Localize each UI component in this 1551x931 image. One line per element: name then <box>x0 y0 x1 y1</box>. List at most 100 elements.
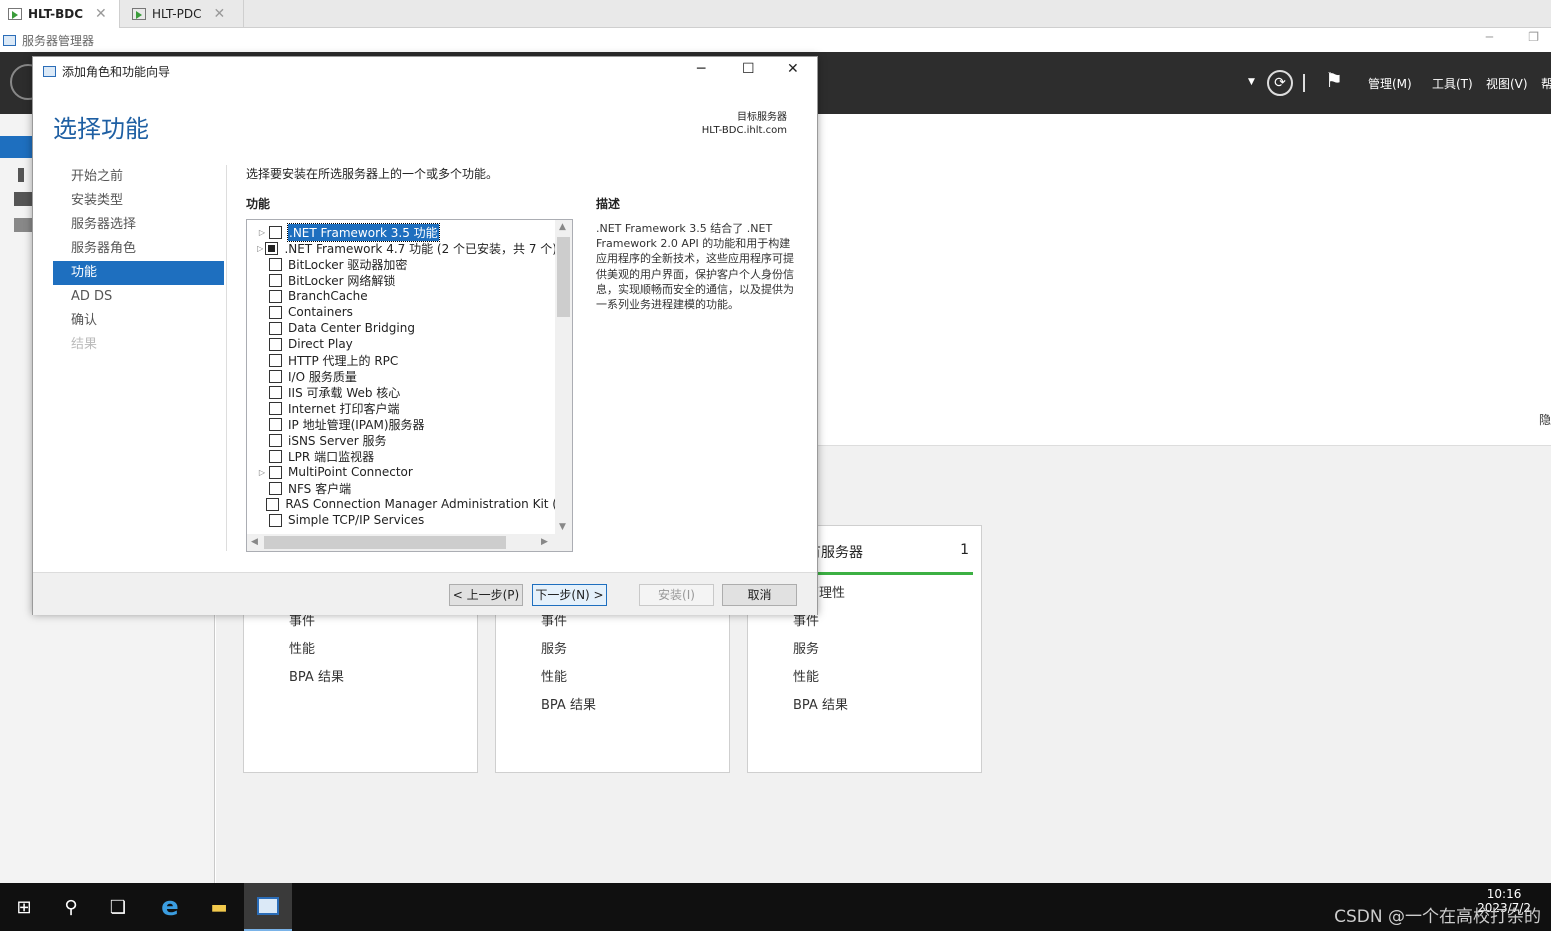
feature-row[interactable]: Simple TCP/IP Services <box>247 512 557 528</box>
feature-row[interactable]: Data Center Bridging <box>247 320 557 336</box>
horizontal-scrollbar[interactable]: ◀ ▶ <box>247 534 572 551</box>
dropdown-icon[interactable]: ▼ <box>1248 77 1255 87</box>
feature-checkbox[interactable] <box>269 257 282 271</box>
search-icon[interactable]: ⚲ <box>47 883 95 931</box>
step-server-selection[interactable]: 服务器选择 <box>53 213 224 237</box>
feature-label[interactable]: Direct Play <box>288 337 353 351</box>
feature-row[interactable]: LPR 端口监视器 <box>247 448 557 464</box>
feature-row[interactable]: Direct Play <box>247 336 557 352</box>
vm-tab-hlt-pdc[interactable]: HLT-PDC ✕ <box>124 0 244 28</box>
feature-checkbox[interactable] <box>269 289 282 303</box>
feature-row[interactable]: ▷ .NET Framework 4.7 功能 (2 个已安装，共 7 个) <box>247 240 557 256</box>
step-features[interactable]: 功能 <box>53 261 224 285</box>
feature-row[interactable]: BitLocker 驱动器加密 <box>247 256 557 272</box>
file-explorer-icon[interactable]: ▬ <box>195 883 243 931</box>
windows-start-icon[interactable]: ⊞ <box>0 883 48 931</box>
feature-row[interactable]: BranchCache <box>247 288 557 304</box>
step-installation-type[interactable]: 安装类型 <box>53 189 224 213</box>
feature-row[interactable]: iSNS Server 服务 <box>247 432 557 448</box>
feature-checkbox[interactable] <box>269 513 282 527</box>
menu-manage[interactable]: 管理(M) <box>1368 75 1412 92</box>
local-server-icon[interactable] <box>18 168 24 182</box>
restore-icon[interactable]: ❐ <box>1528 30 1539 44</box>
feature-checkbox[interactable] <box>269 337 282 351</box>
feature-row[interactable]: I/O 服务质量 <box>247 368 557 384</box>
feature-label[interactable]: BitLocker 驱动器加密 <box>288 256 407 273</box>
tile-item[interactable]: 性能 <box>541 666 567 685</box>
feature-row[interactable]: ▷ .NET Framework 3.5 功能 <box>247 222 557 242</box>
feature-label[interactable]: HTTP 代理上的 RPC <box>288 352 398 369</box>
feature-checkbox[interactable] <box>269 401 282 415</box>
feature-label[interactable]: .NET Framework 4.7 功能 (2 个已安装，共 7 个) <box>284 240 557 257</box>
flag-icon[interactable]: ⚑ <box>1325 68 1343 92</box>
features-tree[interactable]: ▷ .NET Framework 3.5 功能 ▷ .NET Framework 4.… <box>246 219 573 552</box>
step-server-roles[interactable]: 服务器角色 <box>53 237 224 261</box>
feature-checkbox[interactable] <box>269 465 282 479</box>
tile-item[interactable]: BPA 结果 <box>541 694 596 713</box>
feature-checkbox[interactable] <box>269 225 282 239</box>
tile-item[interactable]: 性能 <box>289 638 315 657</box>
scroll-right-icon[interactable]: ▶ <box>541 537 548 547</box>
previous-button[interactable]: < 上一步(P) <box>449 584 523 606</box>
menu-view[interactable]: 视图(V) <box>1486 75 1528 92</box>
server-manager-taskbar-icon[interactable] <box>244 883 292 931</box>
tile-item[interactable]: 服务 <box>793 638 819 657</box>
feature-label[interactable]: IIS 可承载 Web 核心 <box>288 384 400 401</box>
feature-label[interactable]: .NET Framework 3.5 功能 <box>287 222 440 242</box>
tile-item[interactable]: BPA 结果 <box>289 666 344 685</box>
task-view-icon[interactable]: ❏ <box>94 883 142 931</box>
feature-checkbox[interactable] <box>269 433 282 447</box>
scroll-thumb[interactable] <box>557 237 570 317</box>
feature-label[interactable]: Data Center Bridging <box>288 321 415 335</box>
feature-checkbox[interactable] <box>265 241 279 255</box>
hide-link[interactable]: 隐 <box>1539 411 1551 428</box>
close-icon[interactable]: ✕ <box>95 6 107 22</box>
feature-checkbox[interactable] <box>269 369 282 383</box>
minimize-icon[interactable]: ─ <box>697 61 705 77</box>
feature-checkbox[interactable] <box>269 417 282 431</box>
feature-label[interactable]: MultiPoint Connector <box>288 465 413 479</box>
vertical-scrollbar[interactable]: ▲ ▼ <box>555 220 572 536</box>
step-ad-ds[interactable]: AD DS <box>53 285 224 309</box>
cancel-button[interactable]: 取消 <box>722 584 797 606</box>
scroll-down-icon[interactable]: ▼ <box>559 522 566 532</box>
feature-label[interactable]: iSNS Server 服务 <box>288 432 387 449</box>
menu-tools[interactable]: 工具(T) <box>1432 75 1473 92</box>
feature-row[interactable]: NFS 客户端 <box>247 480 557 496</box>
maximize-icon[interactable]: ☐ <box>742 61 755 77</box>
step-confirmation[interactable]: 确认 <box>53 309 224 333</box>
expand-arrow-icon[interactable]: ▷ <box>255 228 269 237</box>
feature-label[interactable]: BitLocker 网络解锁 <box>288 272 395 289</box>
tile-item[interactable]: 服务 <box>541 638 567 657</box>
file-services-icon[interactable] <box>14 218 32 232</box>
expand-arrow-icon[interactable]: ▷ <box>255 244 265 253</box>
feature-checkbox[interactable] <box>269 321 282 335</box>
scroll-thumb[interactable] <box>264 536 506 549</box>
next-button[interactable]: 下一步(N) > <box>532 584 607 606</box>
feature-checkbox[interactable] <box>266 497 280 511</box>
feature-checkbox[interactable] <box>269 385 282 399</box>
tile-item[interactable]: 性能 <box>793 666 819 685</box>
feature-checkbox[interactable] <box>269 449 282 463</box>
feature-label[interactable]: IP 地址管理(IPAM)服务器 <box>288 416 425 433</box>
minimize-icon[interactable]: ─ <box>1486 30 1493 44</box>
close-icon[interactable]: ✕ <box>213 6 225 22</box>
feature-label[interactable]: Simple TCP/IP Services <box>288 513 424 527</box>
scroll-up-icon[interactable]: ▲ <box>559 222 566 232</box>
dashboard-icon[interactable] <box>0 136 34 158</box>
feature-row[interactable]: ▷ MultiPoint Connector <box>247 464 557 480</box>
feature-label[interactable]: Containers <box>288 305 353 319</box>
feature-row[interactable]: RAS Connection Manager Administration Ki… <box>247 496 557 512</box>
feature-checkbox[interactable] <box>269 273 282 287</box>
feature-checkbox[interactable] <box>269 305 282 319</box>
feature-row[interactable]: Containers <box>247 304 557 320</box>
feature-label[interactable]: RAS Connection Manager Administration Ki… <box>285 497 557 511</box>
tile-item[interactable]: BPA 结果 <box>793 694 848 713</box>
feature-row[interactable]: IP 地址管理(IPAM)服务器 <box>247 416 557 432</box>
close-icon[interactable]: ✕ <box>787 61 799 77</box>
feature-checkbox[interactable] <box>269 481 282 495</box>
expand-arrow-icon[interactable]: ▷ <box>255 468 269 477</box>
refresh-icon[interactable]: ⟳ <box>1267 70 1293 96</box>
feature-label[interactable]: NFS 客户端 <box>288 480 351 497</box>
feature-row[interactable]: HTTP 代理上的 RPC <box>247 352 557 368</box>
